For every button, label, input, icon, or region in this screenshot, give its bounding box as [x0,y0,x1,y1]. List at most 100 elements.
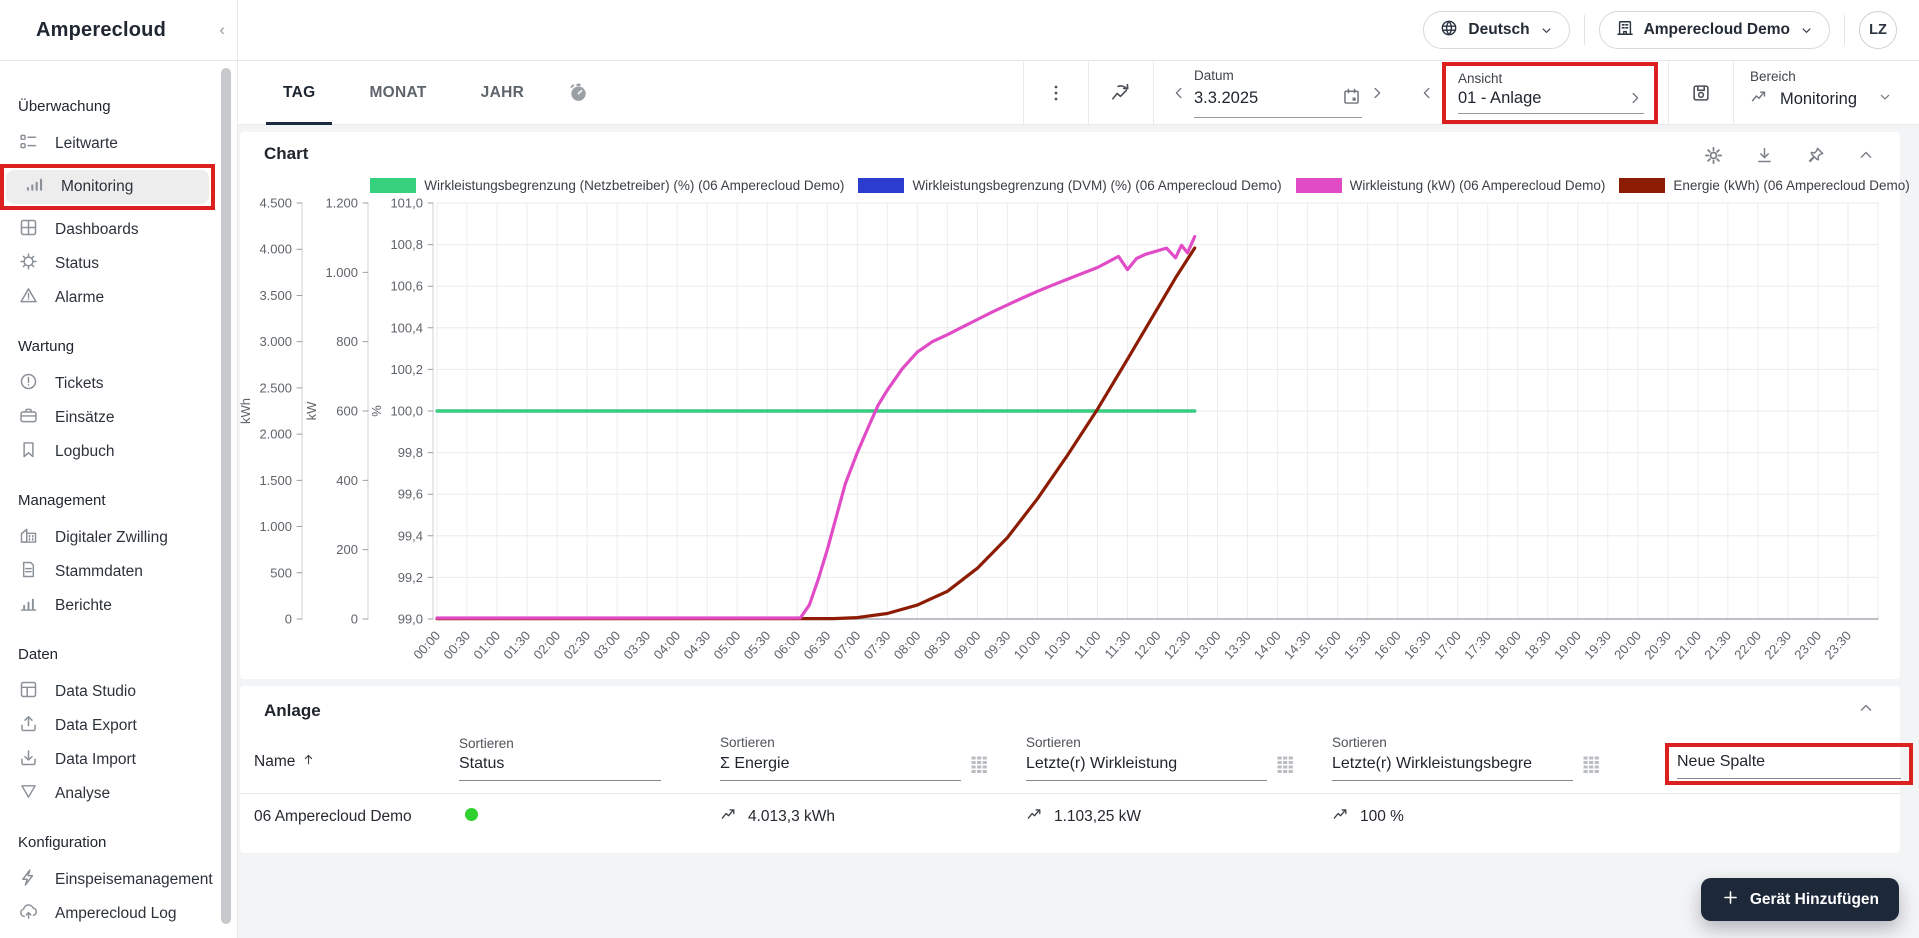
collapse-chart-icon[interactable] [1856,145,1876,171]
sidebar-item-einspeisemanagement[interactable]: Einspeisemanagement [0,863,213,897]
svg-text:0: 0 [351,612,358,627]
tickets-icon [18,371,39,397]
svg-text:04:30: 04:30 [680,628,713,662]
svg-text:100,8: 100,8 [390,237,423,252]
column-header: Sortieren Σ Energie [720,735,1026,781]
tab-monat[interactable]: MONAT [342,61,453,125]
settings-gear-icon[interactable] [1703,145,1724,171]
account-selector[interactable]: Amperecloud Demo [1598,11,1830,49]
svg-text:4.500: 4.500 [259,196,292,211]
column-grid-icon[interactable] [1275,754,1295,779]
column-select[interactable]: Status [459,755,661,781]
svg-text:500: 500 [270,565,292,580]
sidebar-item-data-studio[interactable]: Data Studio [0,675,211,709]
sidebar-scrollbar[interactable] [221,68,231,924]
sidebar-item-label: Data Studio [55,683,136,700]
area-select[interactable]: Monitoring [1750,87,1893,117]
svg-text:100,4: 100,4 [390,320,423,335]
column-select[interactable]: Letzte(r) Wirkleistungsbegre [1332,755,1573,781]
compare-chart-icon[interactable] [1089,81,1153,104]
save-view-icon[interactable] [1669,82,1733,104]
tab-tag[interactable]: TAG [256,61,342,125]
sidebar-section-title: Management [18,492,106,509]
column-grid-icon[interactable] [969,754,989,779]
sidebar-item-logbuch[interactable]: Logbuch [0,435,211,469]
sidebar-item-digitaler-zwilling[interactable]: Digitaler Zwilling [0,521,211,555]
sidebar-item-status[interactable]: Status [0,247,211,281]
view-field[interactable]: 01 - Anlage [1457,89,1644,114]
svg-text:21:00: 21:00 [1671,628,1704,662]
svg-text:99,8: 99,8 [398,445,423,460]
svg-text:99,6: 99,6 [398,487,423,502]
sidebar-item-ftp-datenlogger[interactable]: FTP-Datenlogger [0,931,211,938]
svg-text:22:00: 22:00 [1731,628,1764,662]
svg-text:15:00: 15:00 [1311,628,1344,662]
column-select[interactable]: Letzte(r) Wirkleistung [1026,755,1267,781]
tab-jahr[interactable]: JAHR [454,61,551,125]
svg-text:07:30: 07:30 [861,628,894,662]
legend-item[interactable]: Wirkleistungsbegrenzung (DVM) (%) (06 Am… [858,178,1282,193]
sidebar-item-leitwarte[interactable]: Leitwarte [0,127,211,161]
table-row[interactable]: 06 Amperecloud Demo 4.013,3 kWh 1.103,25 k… [240,793,1900,839]
date-control: Datum 3.3.2025 [1154,68,1402,118]
sidebar-item-label: Analyse [55,785,111,802]
add-device-button[interactable]: Gerät Hinzufügen [1700,878,1899,921]
svg-text:04:00: 04:00 [650,628,683,662]
sidebar-collapse-icon[interactable]: ‹ [219,20,225,40]
next-view-button[interactable] [1626,89,1644,107]
divider [1844,15,1845,45]
language-selector[interactable]: Deutsch [1423,11,1570,49]
svg-text:100,0: 100,0 [390,404,423,419]
column-select[interactable]: Σ Energie [720,755,961,781]
column-header-name[interactable]: Name [254,752,459,781]
sidebar-item-alarme[interactable]: Alarme [0,281,211,315]
svg-text:01:30: 01:30 [500,628,533,662]
svg-text:00:30: 00:30 [440,628,473,662]
plus-icon [1721,888,1740,912]
next-date-button[interactable] [1362,84,1392,102]
status-icon [18,251,39,277]
kebab-menu-icon[interactable] [1024,82,1088,104]
prev-view-button[interactable] [1412,84,1442,102]
legend-item[interactable]: Wirkleistung (kW) (06 Amperecloud Demo) [1295,178,1605,193]
user-avatar[interactable]: LZ [1859,11,1897,49]
column-grid-icon[interactable] [1581,754,1601,779]
svg-text:1.000: 1.000 [259,519,292,534]
sidebar-item-data-import[interactable]: Data Import [0,743,211,777]
sidebar-section-title: Wartung [18,338,75,355]
new-column-field[interactable]: Neue Spalte [1677,753,1901,779]
date-field[interactable]: 3.3.2025 [1193,86,1362,118]
sidebar-item-label: Stammdaten [55,563,143,580]
sidebar-item-stammdaten[interactable]: Stammdaten [0,555,211,589]
legend-label: Wirkleistungsbegrenzung (Netzbetreiber) … [424,178,845,193]
svg-text:19:00: 19:00 [1551,628,1584,662]
metric-value: 100 % [1332,805,1665,829]
download-icon[interactable] [1754,145,1775,171]
column-header: Sortieren Letzte(r) Wirkleistungsbegre [1332,735,1665,781]
sidebar-item-monitoring[interactable]: Monitoring [6,170,209,204]
date-value: 3.3.2025 [1193,89,1259,107]
pin-icon[interactable] [1805,145,1826,171]
date-label: Datum [1193,67,1234,83]
timer-icon[interactable] [551,81,605,104]
prev-date-button[interactable] [1164,84,1194,102]
sidebar-item-tickets[interactable]: Tickets [0,367,211,401]
sidebar-item-analyse[interactable]: Analyse [0,777,211,811]
calendar-icon[interactable] [1341,86,1362,112]
sidebar-item-einsaetze[interactable]: Einsätze [0,401,211,435]
sidebar-item-amperecloud-log[interactable]: Amperecloud Log [0,897,211,931]
sidebar-item-data-export[interactable]: Data Export [0,709,211,743]
berichte-icon [18,593,39,619]
svg-text:14:30: 14:30 [1281,628,1314,662]
collapse-table-icon[interactable] [1856,698,1876,723]
sidebar-item-berichte[interactable]: Berichte [0,589,211,623]
svg-text:800: 800 [336,334,358,349]
einsaetze-icon [18,405,39,431]
legend-swatch [1295,178,1342,193]
svg-text:07:00: 07:00 [831,628,864,662]
analyse-icon [18,781,39,807]
sidebar-item-dashboards[interactable]: Dashboards [0,213,211,247]
legend-item[interactable]: Energie (kWh) (06 Amperecloud Demo) [1619,178,1910,193]
legend-item[interactable]: Wirkleistungsbegrenzung (Netzbetreiber) … [370,178,844,193]
svg-text:13:30: 13:30 [1221,628,1254,662]
